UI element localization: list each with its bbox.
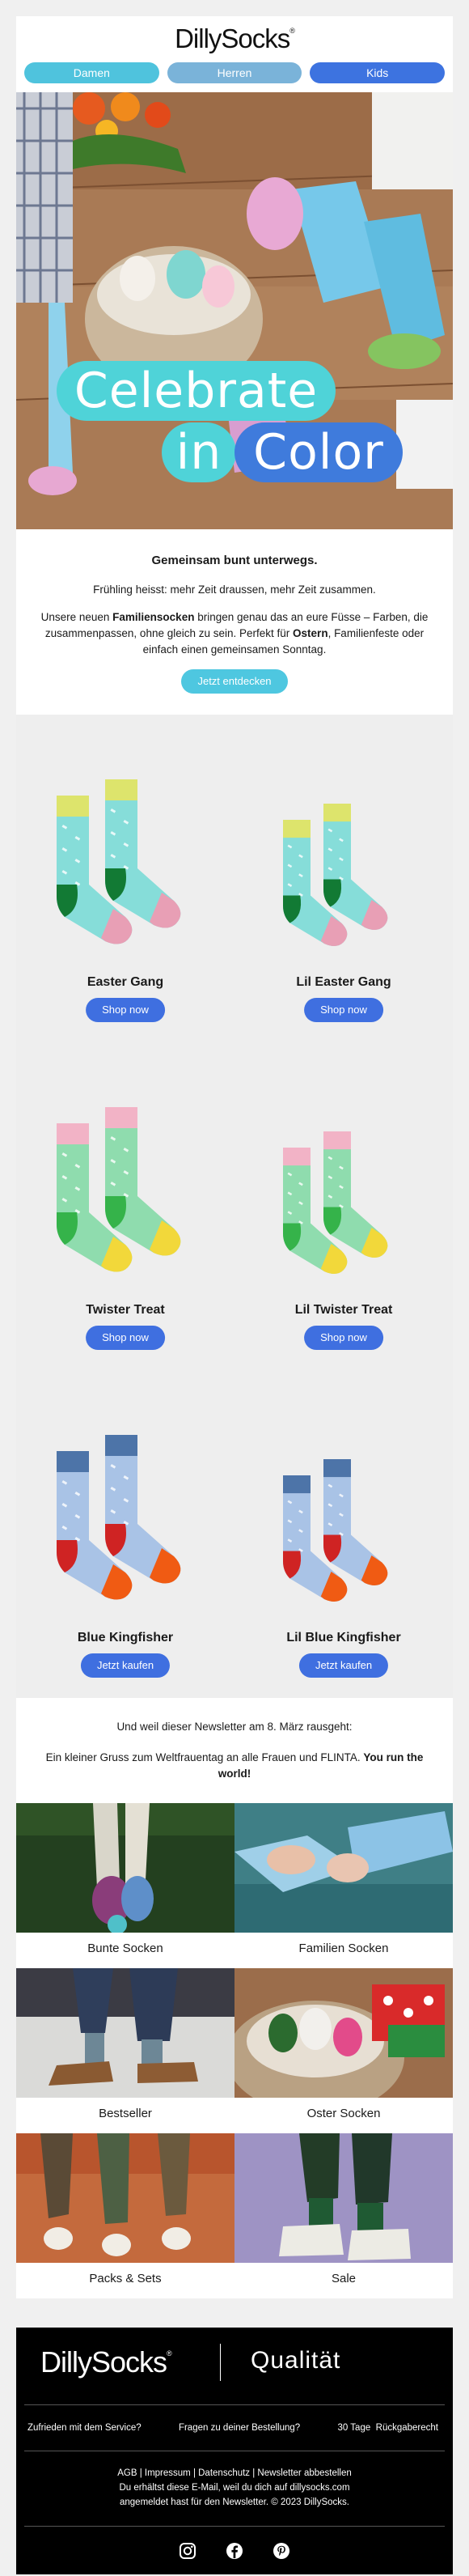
facebook-icon[interactable]: [226, 2542, 243, 2560]
intro-line: Frühling heisst: mehr Zeit draussen, meh…: [93, 584, 376, 596]
instagram-icon[interactable]: [179, 2542, 196, 2560]
footer-logo[interactable]: DillySocks®: [40, 2345, 172, 2379]
category-nav: Damen Herren Kids: [24, 62, 446, 83]
product-name: Lil Easter Gang: [296, 975, 391, 989]
product-name: Blue Kingfisher: [77, 1631, 174, 1644]
footer-tagline: Qualität: [251, 2347, 341, 2374]
intro-section: Gemeinsam bunt unterwegs. Frühling heiss…: [16, 529, 453, 715]
intro-heading: Gemeinsam bunt unterwegs.: [151, 554, 318, 567]
product-shop-button[interactable]: Shop now: [304, 998, 383, 1022]
footer-links: Zufrieden mit dem Service? Fragen zu dei…: [16, 2405, 453, 2451]
product-name: Lil Twister Treat: [294, 1303, 393, 1317]
brand-logo[interactable]: DillySocks®: [16, 23, 453, 54]
category-image[interactable]: [16, 1803, 234, 1933]
product-shop-button[interactable]: Shop now: [86, 998, 165, 1022]
product-image[interactable]: [234, 1370, 453, 1629]
category-image[interactable]: [234, 1968, 453, 2098]
hero-headline-celebrate: Celebrate: [57, 361, 336, 421]
hero-headline-in: in: [162, 422, 236, 482]
product-card: Lil Twister Treat Shop now: [234, 1042, 453, 1370]
product-name: Twister Treat: [86, 1303, 165, 1317]
product-buy-button[interactable]: Jetzt kaufen: [298, 1653, 389, 1678]
footer-legal-text: angemeldet hast für den Newsletter. © 20…: [120, 2497, 349, 2507]
product-card: Blue Kingfisher Jetzt kaufen: [16, 1370, 234, 1698]
category-label[interactable]: Sale: [234, 2263, 453, 2298]
category-image[interactable]: [16, 1968, 234, 2098]
message-greeting: Ein kleiner Gruss zum Weltfrauentag an a…: [45, 1751, 424, 1780]
nav-damen-button[interactable]: Damen: [24, 62, 159, 83]
product-image[interactable]: [234, 1042, 453, 1301]
product-card: Easter Gang Shop now: [16, 715, 234, 1042]
footer-link-returns[interactable]: 30 Tage Rückgaberecht: [338, 2423, 438, 2433]
pinterest-icon[interactable]: [273, 2542, 290, 2560]
brand-mark: ®: [289, 27, 295, 35]
product-shop-button[interactable]: Shop now: [86, 1326, 165, 1350]
womens-day-message: Und weil dieser Newsletter am 8. März ra…: [16, 1698, 453, 1803]
message-line: Und weil dieser Newsletter am 8. März ra…: [116, 1721, 353, 1733]
category-tile[interactable]: Packs & Sets: [16, 2133, 234, 2298]
footer-legal: AGB | Impressum | Datenschutz | Newslett…: [16, 2451, 453, 2526]
intro-paragraph: Unsere neuen Familiensocken bringen gena…: [40, 611, 429, 656]
category-image[interactable]: [16, 2133, 234, 2263]
product-name: Easter Gang: [87, 975, 164, 989]
category-tile[interactable]: Oster Socken: [234, 1968, 453, 2133]
product-image[interactable]: [16, 715, 234, 974]
nav-herren-button[interactable]: Herren: [167, 62, 302, 83]
category-label[interactable]: Packs & Sets: [16, 2263, 234, 2298]
category-image[interactable]: [234, 2133, 453, 2263]
product-image[interactable]: [16, 1370, 234, 1629]
footer-divider: [220, 2344, 221, 2381]
email-container: DillySocks® Damen Herren Kids Celebrate …: [16, 16, 453, 2574]
hero-banner[interactable]: Celebrate in Color: [16, 92, 453, 529]
category-label[interactable]: Oster Socken: [234, 2098, 453, 2133]
product-name: Lil Blue Kingfisher: [286, 1631, 401, 1644]
category-label[interactable]: Familien Socken: [234, 1933, 453, 1968]
product-buy-button[interactable]: Jetzt kaufen: [80, 1653, 171, 1678]
product-grid: Easter Gang Shop now Lil Easter Gang Sho…: [16, 715, 453, 1698]
category-image[interactable]: [234, 1803, 453, 1933]
category-label[interactable]: Bestseller: [16, 2098, 234, 2133]
category-tile[interactable]: Bestseller: [16, 1968, 234, 2133]
footer-brand: DillySocks® Qualität: [16, 2328, 453, 2404]
category-label[interactable]: Bunte Socken: [16, 1933, 234, 1968]
product-image[interactable]: [234, 715, 453, 974]
nav-kids-button[interactable]: Kids: [310, 62, 446, 83]
footer-legal-links[interactable]: AGB | Impressum | Datenschutz | Newslett…: [32, 2466, 437, 2481]
social-links: [24, 2526, 445, 2574]
footer-legal-text: Du erhältst diese E-Mail, weil du dich a…: [119, 2483, 350, 2493]
footer-link-service[interactable]: Zufrieden mit dem Service?: [27, 2423, 142, 2433]
brand-name: DillySocks: [175, 23, 290, 53]
category-grid: Bunte Socken Familien Socken Bestseller …: [16, 1803, 453, 2298]
email-footer: DillySocks® Qualität Zufrieden mit dem S…: [16, 2328, 453, 2574]
category-tile[interactable]: Bunte Socken: [16, 1803, 234, 1968]
category-tile[interactable]: Familien Socken: [234, 1803, 453, 1968]
footer-link-order[interactable]: Fragen zu deiner Bestellung?: [179, 2423, 300, 2433]
email-header: DillySocks® Damen Herren Kids: [16, 16, 453, 92]
discover-button[interactable]: Jetzt entdecken: [181, 669, 288, 694]
product-card: Twister Treat Shop now: [16, 1042, 234, 1370]
hero-headline-color: Color: [234, 422, 403, 482]
product-card: Lil Blue Kingfisher Jetzt kaufen: [234, 1370, 453, 1698]
product-card: Lil Easter Gang Shop now: [234, 715, 453, 1042]
product-shop-button[interactable]: Shop now: [304, 1326, 383, 1350]
product-image[interactable]: [16, 1042, 234, 1301]
category-tile[interactable]: Sale: [234, 2133, 453, 2298]
